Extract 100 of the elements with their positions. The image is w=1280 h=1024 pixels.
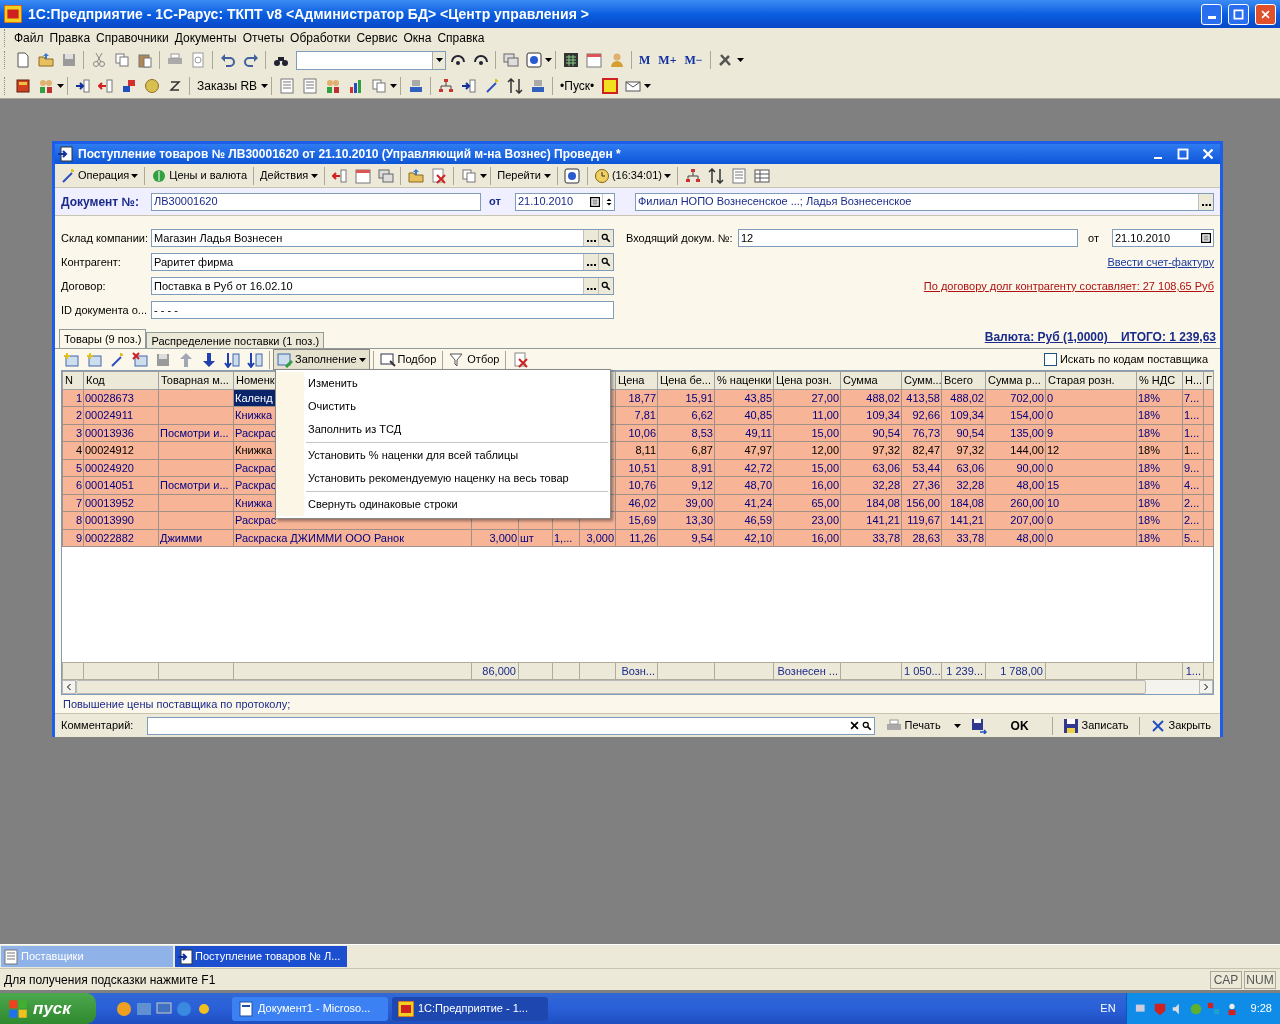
- operation-button[interactable]: Операция: [57, 164, 142, 187]
- maximize-button[interactable]: [1228, 3, 1249, 25]
- memory-button[interactable]: M: [635, 49, 655, 71]
- clear-icon: [849, 721, 859, 730]
- menu-item[interactable]: Правка: [46, 28, 94, 47]
- caret-icon[interactable]: [480, 173, 488, 178]
- menu-item[interactable]: Обработки: [287, 28, 354, 47]
- row-add-icon: [85, 351, 102, 368]
- close-button[interactable]: [1255, 3, 1276, 25]
- column-header[interactable]: Сумм...: [901, 371, 942, 389]
- total-cell: 86,000: [471, 662, 519, 680]
- horizontal-scrollbar[interactable]: [62, 680, 1213, 694]
- caret-icon[interactable]: [261, 83, 269, 88]
- column-header[interactable]: Старая розн.: [1045, 371, 1137, 389]
- start-button[interactable]: •Пуск•: [556, 74, 599, 97]
- column-header[interactable]: Всего: [941, 371, 986, 389]
- list-icon: [3, 948, 19, 965]
- caret-icon[interactable]: [543, 173, 551, 178]
- menu-item[interactable]: Отчеты: [239, 28, 288, 47]
- memory-button[interactable]: M+: [654, 49, 681, 71]
- orders-button[interactable]: Заказы RB: [193, 74, 262, 97]
- document-number-field[interactable]: ЛВ30001620: [151, 192, 481, 211]
- column-header[interactable]: % наценки: [714, 371, 774, 389]
- pick-button[interactable]: Подбор: [376, 349, 440, 370]
- column-header[interactable]: Сумма: [840, 371, 902, 389]
- column-header[interactable]: % НДС: [1136, 371, 1183, 389]
- desktop-icon: [156, 1000, 172, 1017]
- tree-icon: [437, 77, 454, 94]
- window-tab[interactable]: Поступление товаров № Л...: [175, 946, 347, 967]
- taskbar-button[interactable]: Документ1 - Microso...: [232, 996, 388, 1021]
- caret-icon[interactable]: [644, 83, 652, 88]
- tab[interactable]: Товары (9 поз.): [59, 329, 147, 348]
- menu-item[interactable]: Справочники: [93, 28, 172, 47]
- tab[interactable]: Распределение поставки (1 поз.): [146, 332, 325, 348]
- menu-item[interactable]: Окна: [400, 28, 435, 47]
- caret-icon[interactable]: [131, 173, 139, 178]
- column-header[interactable]: Г: [1203, 371, 1214, 389]
- goto-button[interactable]: Перейти: [494, 164, 554, 187]
- invoice-link[interactable]: Ввести счет-фактуру: [1107, 253, 1214, 271]
- field-label: ID документа о...: [61, 302, 149, 318]
- copy-icon: [460, 167, 477, 184]
- column-header[interactable]: Код: [83, 371, 159, 389]
- branch-field[interactable]: Филиал НОПО Вознесенское ...; Ладья Вознесенское: [635, 192, 1214, 211]
- calendar-icon: [590, 196, 600, 207]
- scroll-left-icon: [65, 683, 73, 691]
- ok-button[interactable]: OK: [994, 714, 1045, 737]
- menu-item[interactable]: Документы: [171, 28, 240, 47]
- time-button[interactable]: (16:34:01): [590, 164, 675, 187]
- preview-icon: [189, 52, 206, 68]
- debt-link[interactable]: По договору долг контрагенту составляет: 27 108,65 Руб: [923, 277, 1214, 295]
- menu-item[interactable]: Сервис: [353, 28, 401, 47]
- input-field[interactable]: Раритет фирма: [151, 253, 614, 271]
- menu-item[interactable]: Файл: [11, 28, 47, 47]
- start-button[interactable]: пуск: [0, 993, 96, 1024]
- currency-total[interactable]: Валюта: Руб (1,0000) ИТОГО: 1 239,63: [984, 328, 1216, 346]
- caret-icon[interactable]: [435, 58, 443, 62]
- prices-button[interactable]: Цены и валюта: [148, 164, 251, 187]
- close-icon: [1149, 717, 1166, 734]
- language-indicator[interactable]: EN: [1090, 1000, 1126, 1017]
- column-header[interactable]: Н...: [1182, 371, 1204, 389]
- caret-icon[interactable]: [311, 173, 319, 178]
- date-field[interactable]: 21.10.2010: [1112, 229, 1214, 247]
- column-header[interactable]: Цена: [615, 371, 658, 389]
- input-field[interactable]: - - - -: [151, 301, 614, 319]
- person-icon: [608, 52, 625, 68]
- print-button[interactable]: Печать: [882, 714, 964, 737]
- clock-icon: [593, 167, 610, 184]
- memory-button[interactable]: M−: [680, 49, 707, 71]
- column-header[interactable]: N: [62, 371, 84, 389]
- scroll-right-icon: [1202, 683, 1210, 691]
- actions-button[interactable]: Действия: [257, 164, 322, 187]
- caret-icon[interactable]: [664, 173, 672, 178]
- windows-icon: [377, 167, 394, 184]
- arm-badge-icon: [601, 77, 618, 94]
- column-header[interactable]: Товарная м...: [158, 371, 234, 389]
- comment-field[interactable]: [146, 716, 875, 735]
- save-button[interactable]: Записать: [1059, 714, 1132, 737]
- table-icon: [753, 167, 770, 184]
- caret-icon[interactable]: [545, 58, 552, 62]
- incoming-number-field[interactable]: 12: [738, 229, 1078, 247]
- search-icon: [601, 257, 611, 267]
- checkbox[interactable]: [1043, 353, 1057, 366]
- column-header[interactable]: Цена розн.: [773, 371, 841, 389]
- input-field[interactable]: Поставка в Руб от 16.02.10: [151, 277, 614, 295]
- caret-icon[interactable]: [57, 83, 64, 88]
- input-field[interactable]: Магазин Ладья Вознесен: [151, 229, 614, 247]
- date-field[interactable]: 21.10.2010: [515, 192, 615, 211]
- caret-icon[interactable]: [736, 58, 744, 62]
- fill-button[interactable]: Заполнение: [273, 349, 370, 370]
- caret-icon[interactable]: [358, 357, 366, 362]
- column-header[interactable]: Сумма р...: [985, 371, 1046, 389]
- caret-icon[interactable]: [390, 83, 398, 88]
- filter-button[interactable]: Отбор: [446, 349, 503, 370]
- minimize-button[interactable]: [1201, 3, 1222, 25]
- bar-chart-icon: [347, 77, 364, 94]
- column-header[interactable]: Цена бе...: [657, 371, 715, 389]
- taskbar-button[interactable]: 1С:Предприятие - 1...: [392, 996, 548, 1021]
- caret-icon[interactable]: [953, 723, 961, 728]
- menu-item[interactable]: Справка: [434, 28, 488, 47]
- close-window-button[interactable]: Закрыть: [1146, 714, 1214, 737]
